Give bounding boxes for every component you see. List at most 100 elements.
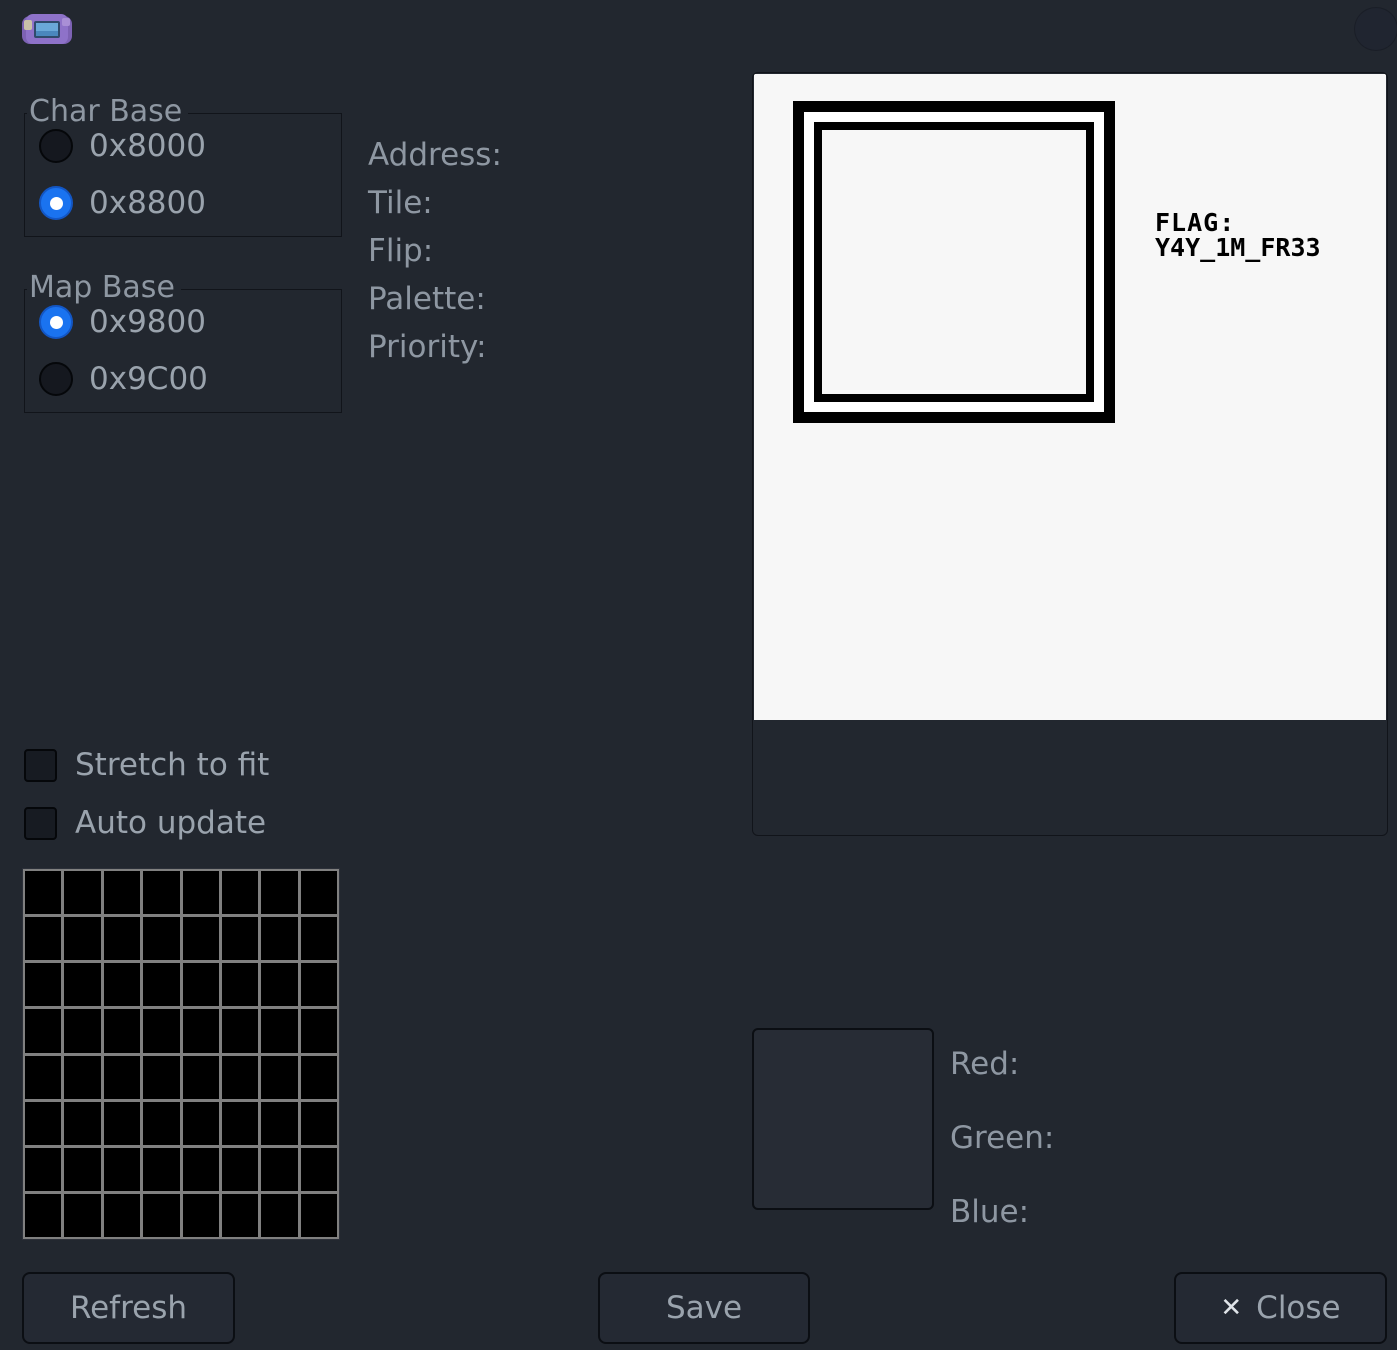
- palette-cell[interactable]: [143, 1101, 180, 1145]
- palette-cell[interactable]: [103, 1009, 141, 1053]
- flag-value: Y4Y_1M_FR33: [1155, 233, 1321, 262]
- palette-cell[interactable]: [261, 963, 298, 1007]
- palette-cell[interactable]: [25, 1147, 62, 1191]
- save-button[interactable]: Save: [598, 1272, 810, 1344]
- palette-cell[interactable]: [25, 1193, 62, 1237]
- title-bar: [0, 0, 1397, 56]
- radio-option-map-0x9800[interactable]: 0x9800: [39, 305, 206, 339]
- palette-cell[interactable]: [300, 1101, 337, 1145]
- palette-cell[interactable]: [182, 963, 219, 1007]
- radio-option-char-0x8800[interactable]: 0x8800: [39, 186, 206, 220]
- palette-cell[interactable]: [143, 1009, 180, 1053]
- radio-indicator[interactable]: [39, 129, 73, 163]
- palette-cell[interactable]: [261, 1193, 298, 1237]
- info-label: Address:: [368, 137, 502, 173]
- palette-cell[interactable]: [103, 917, 141, 961]
- palette-cell[interactable]: [300, 1055, 337, 1099]
- char-base-title: Char Base: [27, 95, 189, 129]
- palette-cell[interactable]: [261, 871, 298, 915]
- palette-cell[interactable]: [64, 1147, 101, 1191]
- palette-cell[interactable]: [64, 1009, 101, 1053]
- radio-option-char-0x8000[interactable]: 0x8000: [39, 129, 206, 163]
- palette-cell[interactable]: [300, 963, 337, 1007]
- palette-cell[interactable]: [25, 1009, 62, 1053]
- palette-cell[interactable]: [64, 963, 101, 1007]
- palette-cell[interactable]: [300, 1193, 337, 1237]
- palette-cell[interactable]: [64, 1101, 101, 1145]
- palette-cell[interactable]: [261, 1055, 298, 1099]
- palette-cell[interactable]: [300, 1147, 337, 1191]
- palette-cell[interactable]: [300, 871, 337, 915]
- palette-cell[interactable]: [103, 1147, 141, 1191]
- radio-label: 0x9C00: [89, 361, 208, 397]
- palette-cell[interactable]: [143, 963, 180, 1007]
- radio-label: 0x9800: [89, 304, 206, 340]
- palette-cell[interactable]: [64, 917, 101, 961]
- handheld-console-icon: [22, 14, 72, 44]
- radio-indicator[interactable]: [39, 305, 73, 339]
- palette-cell[interactable]: [25, 871, 62, 915]
- tile-frame-outer: [793, 101, 1115, 423]
- radio-indicator[interactable]: [39, 362, 73, 396]
- palette-cell[interactable]: [300, 917, 337, 961]
- palette-cell[interactable]: [300, 1009, 337, 1053]
- palette-cell[interactable]: [221, 1009, 259, 1053]
- refresh-button[interactable]: Refresh: [22, 1272, 235, 1344]
- palette-cell[interactable]: [25, 1055, 62, 1099]
- palette-cell[interactable]: [221, 917, 259, 961]
- checkbox-indicator[interactable]: [24, 806, 57, 840]
- palette-cell[interactable]: [261, 1009, 298, 1053]
- palette-cell[interactable]: [25, 1101, 62, 1145]
- map-base-title: Map Base: [27, 271, 181, 305]
- palette-cell[interactable]: [221, 871, 259, 915]
- radio-label: 0x8800: [89, 185, 206, 221]
- rgb-row-red: Red:: [950, 1040, 1054, 1114]
- palette-cell[interactable]: [182, 1009, 219, 1053]
- palette-cell[interactable]: [182, 871, 219, 915]
- preview-panel[interactable]: FLAG: Y4Y_1M_FR33: [752, 72, 1388, 836]
- checkbox-label: Stretch to fit: [75, 747, 270, 783]
- color-swatch[interactable]: [752, 1028, 934, 1210]
- palette-cell[interactable]: [261, 1147, 298, 1191]
- palette-cell[interactable]: [221, 1055, 259, 1099]
- close-button[interactable]: ✕ Close: [1174, 1272, 1387, 1344]
- palette-cell[interactable]: [221, 1101, 259, 1145]
- palette-cell[interactable]: [143, 1193, 180, 1237]
- info-row-palette: Palette:: [368, 275, 502, 323]
- palette-cell[interactable]: [221, 1193, 259, 1237]
- palette-cell[interactable]: [103, 1055, 141, 1099]
- tile-palette-grid[interactable]: [22, 868, 340, 1240]
- palette-cell[interactable]: [25, 963, 62, 1007]
- palette-cell[interactable]: [261, 917, 298, 961]
- palette-cell[interactable]: [103, 1193, 141, 1237]
- checkbox-stretch-to-fit[interactable]: Stretch to fit: [24, 748, 269, 782]
- radio-indicator[interactable]: [39, 186, 73, 220]
- palette-cell[interactable]: [182, 917, 219, 961]
- checkbox-indicator[interactable]: [24, 748, 57, 782]
- palette-cell[interactable]: [64, 871, 101, 915]
- checkbox-auto-update[interactable]: Auto update: [24, 806, 266, 840]
- palette-cell[interactable]: [261, 1101, 298, 1145]
- palette-cell[interactable]: [64, 1193, 101, 1237]
- palette-cell[interactable]: [103, 963, 141, 1007]
- palette-cell[interactable]: [143, 917, 180, 961]
- palette-cell[interactable]: [221, 963, 259, 1007]
- rgb-row-green: Green:: [950, 1114, 1054, 1188]
- palette-cell[interactable]: [143, 871, 180, 915]
- palette-cell[interactable]: [221, 1147, 259, 1191]
- preview-canvas[interactable]: FLAG: Y4Y_1M_FR33: [754, 74, 1386, 720]
- radio-option-map-0x9C00[interactable]: 0x9C00: [39, 362, 208, 396]
- palette-cell[interactable]: [103, 871, 141, 915]
- info-label: Priority:: [368, 329, 487, 365]
- palette-cell[interactable]: [182, 1147, 219, 1191]
- map-base-group: Map Base 0x9800 0x9C00: [24, 271, 342, 413]
- window-menu-button[interactable]: [1355, 8, 1397, 50]
- palette-cell[interactable]: [143, 1147, 180, 1191]
- palette-cell[interactable]: [64, 1055, 101, 1099]
- palette-cell[interactable]: [182, 1193, 219, 1237]
- palette-cell[interactable]: [25, 917, 62, 961]
- palette-cell[interactable]: [103, 1101, 141, 1145]
- palette-cell[interactable]: [143, 1055, 180, 1099]
- palette-cell[interactable]: [182, 1055, 219, 1099]
- palette-cell[interactable]: [182, 1101, 219, 1145]
